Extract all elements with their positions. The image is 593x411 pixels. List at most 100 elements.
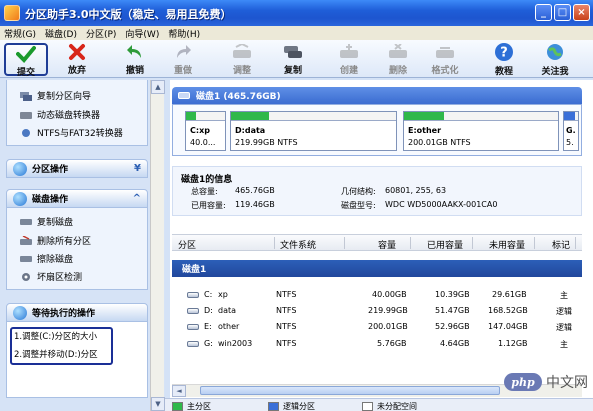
disk-op-wipe[interactable]: 擦除磁盘 [20,252,73,265]
chevron-down-icon[interactable]: ¥ [134,163,141,174]
tutorial-button[interactable]: ? 教程 [484,42,524,77]
table-row[interactable]: E: other NTFS 200.01GB 52.96GB 147.04GB … [172,319,582,335]
partition-d-usage [231,112,269,120]
menu-bar: 常规(G) 磁盘(D) 分区(P) 向导(W) 帮助(H) [0,26,593,40]
menu-wizard[interactable]: 向导(W) [125,27,159,40]
disk-op-copy[interactable]: 复制磁盘 [20,215,73,228]
check-icon [16,45,36,63]
disk-row[interactable]: 磁盘1 [172,260,582,277]
col-filesystem[interactable]: 文件系统 [280,238,316,251]
partition-block-c[interactable]: C:xp 40.0... [185,111,226,151]
col-partition[interactable]: 分区 [178,238,196,251]
partition-g-usage [564,112,576,120]
drive-icon [187,292,199,298]
disk-info-panel: 磁盘1的信息 总容量: 465.76GB 已用容量: 119.46GB 几何结构… [172,166,582,216]
follow-button[interactable]: 关注我 [535,42,575,77]
drive-icon [187,341,199,347]
format-button[interactable]: 格式化 [425,42,465,76]
wipe-disk-icon [20,254,32,264]
drive-icon [187,308,199,314]
partition-ops-icon [13,161,27,176]
disk-geometry: 60801, 255, 63 [385,186,447,195]
scroll-left-icon[interactable]: ◄ [172,385,186,397]
x-icon [67,42,87,61]
undo-button[interactable]: 撤销 [115,42,155,76]
col-capacity[interactable]: 容量 [378,238,396,251]
scroll-up-icon[interactable]: ▲ [151,80,165,94]
close-button[interactable]: × [573,4,590,21]
col-free[interactable]: 未用容量 [489,238,525,251]
pending-op-2[interactable]: 2.调整并移动(D:)分区 [14,348,98,360]
create-disk-icon [339,42,359,61]
format-disk-icon [435,42,455,61]
menu-partition[interactable]: 分区(P) [86,27,116,40]
disk-ops-header[interactable]: 磁盘操作 ^ [6,189,148,208]
maximize-button[interactable]: □ [554,4,571,21]
partition-c-usage [186,112,197,120]
table-row[interactable]: D: data NTFS 219.99GB 51.47GB 168.52GB 逻… [172,303,582,319]
disk-op-delete-all[interactable]: 删除所有分区 [20,234,91,247]
scroll-down-icon[interactable]: ▼ [151,397,165,411]
submit-button[interactable]: 提交 [4,43,48,78]
partition-block-g[interactable]: G. 5. [563,111,579,151]
legend-unallocated: 未分配空间 [362,401,417,411]
redo-icon [173,42,193,61]
help-icon: ? [494,42,514,62]
create-button[interactable]: 创建 [329,42,369,76]
wizard-dynamic-disk[interactable]: 动态磁盘转换器 [20,108,100,121]
disk-map: C:xp 40.0... D:data 219.99GB NTFS E:othe… [172,104,582,156]
wizard-ntfs-fat32[interactable]: NTFS与FAT32转换器 [20,126,123,139]
partition-e-usage [404,112,445,120]
legend-swatch-primary [172,402,183,411]
legend-swatch-logical [268,402,279,411]
redo-button[interactable]: 重做 [163,42,203,76]
adjust-button[interactable]: 调整 [222,42,262,76]
dynamic-disk-icon [20,110,32,120]
discard-button[interactable]: 放弃 [57,42,97,76]
watermark: php 中文网 [488,370,588,394]
menu-general[interactable]: 常规(G) [4,27,36,40]
wizard-copy-partition[interactable]: 复制分区向导 [20,89,91,102]
svg-text:?: ? [500,46,508,61]
convert-icon [20,128,32,138]
legend-primary: 主分区 [172,401,211,411]
disk-ops-icon [13,191,27,206]
table-row[interactable]: C: xp NTFS 40.00GB 10.39GB 29.61GB 主 [172,287,582,303]
copy-disk-icon [20,217,32,227]
left-pane-scrollbar[interactable]: ▲ ▼ [150,80,165,411]
disk-model: WDC WD5000AAKX-001CA0 [385,200,498,209]
col-flag[interactable]: 标记 [552,238,570,251]
col-used[interactable]: 已用容量 [427,238,463,251]
delete-all-icon [20,234,32,246]
resize-disk-icon [232,42,252,61]
table-header: 分区 文件系统 容量 已用容量 未用容量 标记 [172,234,582,251]
legend-logical: 逻辑分区 [268,401,315,411]
pending-ops-icon [13,305,27,320]
menu-help[interactable]: 帮助(H) [168,27,200,40]
partition-block-d[interactable]: D:data 219.99GB NTFS [230,111,397,151]
hscroll-thumb[interactable] [200,386,500,395]
app-icon [4,5,20,21]
copy-partition-icon [20,91,32,101]
pending-ops-header: 等待执行的操作 [6,303,148,322]
drive-icon [187,324,199,330]
menu-disk[interactable]: 磁盘(D) [45,27,77,40]
disk-icon [178,92,190,99]
disk-map-header[interactable]: 磁盘1 (465.76GB) [172,87,582,104]
table-row[interactable]: G: win2003 NTFS 5.76GB 4.64GB 1.12GB 主 [172,336,582,352]
php-logo: php [504,373,542,391]
globe-icon [545,42,565,62]
chevron-up-icon[interactable]: ^ [133,193,141,204]
pending-op-1[interactable]: 1.调整(C:)分区的大小 [14,330,97,342]
copy-disk-icon [283,42,303,61]
partition-block-e[interactable]: E:other 200.01GB NTFS [403,111,559,151]
window-title: 分区助手3.0中文版（稳定、易用且免费） [25,8,232,21]
minimize-button[interactable]: _ [535,4,552,21]
copy-button[interactable]: 复制 [273,42,313,76]
delete-button[interactable]: 删除 [378,42,418,76]
disk-used-capacity: 119.46GB [235,200,275,209]
partition-ops-header[interactable]: 分区操作 ¥ [6,159,148,178]
disk-total-capacity: 465.76GB [235,186,275,195]
disk-op-bad-sector[interactable]: 坏扇区检测 [20,270,82,283]
delete-disk-icon [388,42,408,61]
